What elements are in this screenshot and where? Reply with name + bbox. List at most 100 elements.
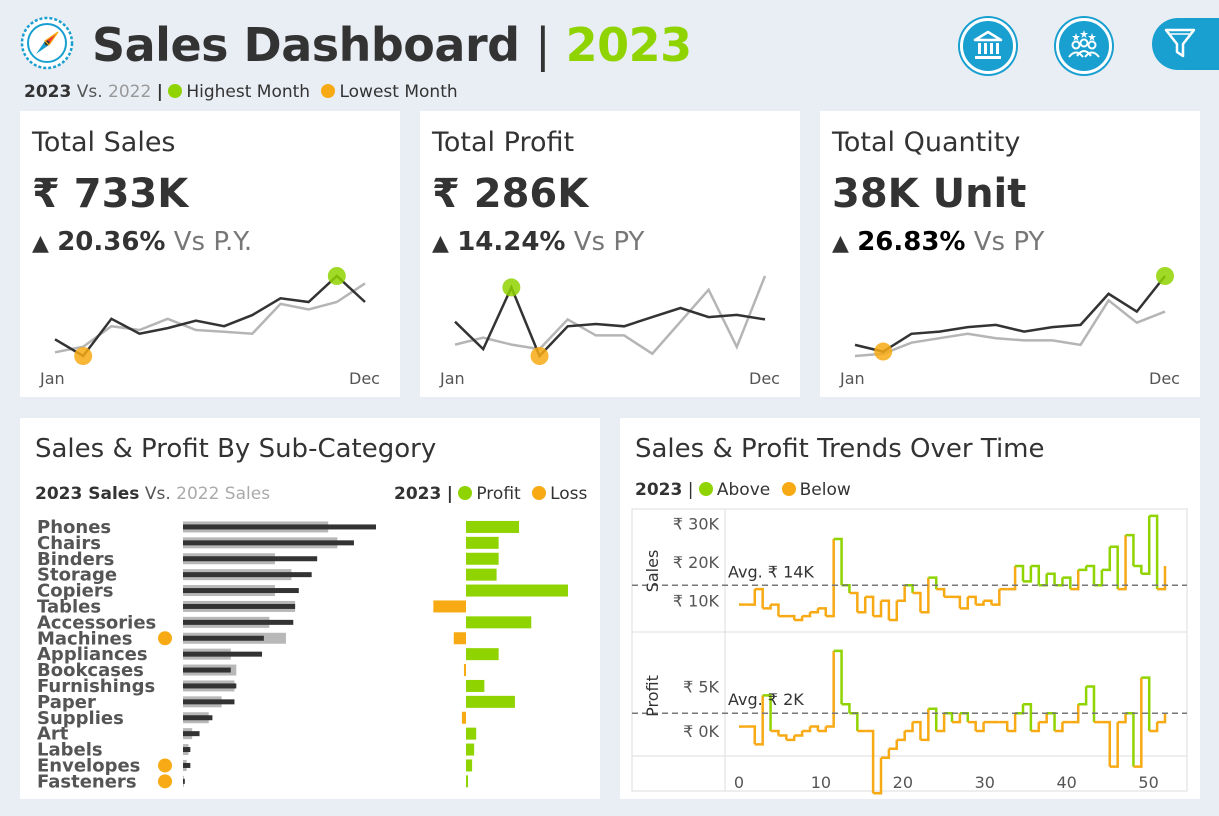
loss-bar: [453, 632, 466, 645]
profit-step-segment: [770, 729, 780, 736]
lowest-marker-icon: [158, 774, 172, 789]
profit-step-segment: [896, 731, 906, 742]
trends-legend: 2023 | Above Below: [635, 480, 851, 500]
sales-step-segment: [1133, 564, 1143, 574]
legend-current-year: 2023: [24, 82, 72, 102]
subcategory-profit-legend: 2023 | Profit Loss: [394, 484, 587, 504]
profit-axis-label: Profit: [643, 675, 662, 717]
sales-step-segment: [912, 591, 922, 613]
sales-2023-bar: [183, 540, 354, 546]
sales-sparkline: [54, 267, 366, 365]
profit-bar: [466, 759, 473, 772]
filter-button[interactable]: [1152, 18, 1219, 70]
subcategory-chart: PhonesChairsBindersStorageCopiersTablesA…: [37, 517, 568, 792]
x-tick-label: 0: [734, 773, 744, 792]
legend-sep: |: [156, 82, 163, 102]
highest-month-marker: [327, 267, 346, 285]
trends-chart: Avg. ₹ 14K Avg. ₹ 2K ₹ 30K ₹ 20K ₹ 10K ₹ 5K ₹ …: [631, 508, 1188, 795]
below-dot-icon: [781, 482, 796, 496]
current-year-line: [54, 274, 366, 358]
sales-step-segment: [825, 539, 835, 618]
axis-end-label: Dec: [1149, 369, 1180, 388]
subcategory-sales-legend: 2023 Sales Vs. 2022 Sales: [35, 484, 270, 504]
sales-tick-label: ₹ 30K: [673, 515, 720, 534]
legend-sep: |: [687, 480, 694, 500]
sales-2023-bar: [183, 572, 312, 578]
subcategory-card: Sales & Profit By Sub-Category 2023 Sale…: [20, 418, 600, 799]
quantity-sparkline: [854, 267, 1174, 361]
loss-dot-icon: [532, 486, 547, 500]
sales-tick-label: ₹ 10K: [673, 592, 720, 611]
profit-step-segment: [1157, 713, 1167, 724]
profit-step-segment: [1078, 686, 1088, 706]
sales-step-segment: [802, 612, 812, 618]
sales-2023-bar: [183, 619, 294, 625]
profit-step-segment: [865, 729, 875, 794]
kpi-vs-label: Vs PY: [973, 227, 1045, 257]
profit-step-segment: [802, 726, 812, 733]
up-arrow-icon: ▲: [832, 231, 849, 256]
legend-vs: Vs.: [144, 484, 171, 504]
kpi-card-quantity: Total Quantity 38K Unit ▲ 26.83% Vs PY J…: [820, 111, 1200, 397]
profit-tick-label: ₹ 0K: [683, 722, 719, 741]
legend-previous-year: 2022: [108, 82, 152, 102]
sales-tick-label: ₹ 20K: [673, 553, 720, 572]
profit-dot-icon: [458, 486, 473, 500]
legend-2022-sales: 2022 Sales: [176, 484, 271, 504]
kpi-delta: ▲ 20.36% Vs P.Y.: [32, 227, 252, 257]
axis-start-label: Jan: [440, 369, 465, 388]
kpi-delta-value: 20.36%: [57, 227, 166, 257]
above-dot-icon: [698, 482, 713, 496]
profit-step-segment: [746, 725, 757, 745]
profit-sparkline: [454, 275, 767, 365]
team-button[interactable]: [1056, 18, 1112, 74]
title-text: Sales Dashboard: [92, 18, 520, 72]
x-tick-label: 40: [1057, 773, 1077, 792]
profit-bar: [466, 648, 499, 661]
profit-bar: [466, 584, 568, 597]
kpi-delta-value: 14.24%: [457, 227, 566, 257]
title-year: 2023: [565, 18, 693, 72]
lowest-month-marker: [74, 347, 93, 365]
sales-2023-bar: [183, 778, 185, 784]
sales-2023-bar: [183, 635, 264, 641]
sales-2023-bar: [183, 683, 237, 689]
profit-bar: [466, 727, 477, 740]
legend-above: Above: [716, 480, 771, 500]
kpi-title: Total Profit: [432, 127, 575, 158]
profit-step-segment: [1038, 713, 1048, 724]
profit-step-segment: [778, 734, 788, 740]
sales-step-segment: [1101, 546, 1112, 572]
profit-step-segment: [1101, 720, 1112, 767]
profit-step-segment: [1015, 704, 1025, 715]
x-tick-label: 20: [893, 773, 913, 792]
header-legend: 2023 Vs. 2022 | Highest Month Lowest Mon…: [24, 82, 458, 102]
kpi-card-profit: Total Profit ₹ 286K ▲ 14.24% Vs PY Jan D…: [420, 111, 800, 397]
axis-start-label: Jan: [40, 369, 65, 388]
x-tick-label: 30: [975, 773, 995, 792]
legend-year: 2023: [394, 484, 442, 504]
profit-bar: [466, 616, 532, 629]
subcategory-label: Fasteners: [37, 771, 137, 792]
bank-button[interactable]: [960, 18, 1016, 74]
kpi-delta: ▲ 26.83% Vs PY: [832, 227, 1044, 257]
profit-tick-label: ₹ 5K: [683, 678, 719, 697]
sales-step-segment: [746, 589, 757, 606]
filter-icon: [1164, 28, 1196, 58]
x-tick-label: 10: [811, 773, 831, 792]
lowest-month-marker: [874, 342, 893, 361]
sales-step-segment: [841, 584, 851, 593]
previous-year-line: [454, 275, 767, 356]
axis-end-label: Dec: [749, 369, 780, 388]
highest-month-marker: [1156, 267, 1174, 285]
sales-step-segment: [952, 595, 962, 609]
profit-step-segment: [967, 720, 977, 731]
subcategory-title: Sales & Profit By Sub-Category: [35, 434, 437, 464]
profit-bar: [466, 552, 499, 565]
legend-loss: Loss: [550, 484, 588, 504]
legend-year: 2023: [635, 480, 683, 500]
sales-2023-bar: [183, 651, 263, 657]
profit-step-segment: [999, 720, 1009, 731]
lowest-month-marker: [530, 347, 549, 365]
sales-2023-bar: [183, 731, 200, 737]
